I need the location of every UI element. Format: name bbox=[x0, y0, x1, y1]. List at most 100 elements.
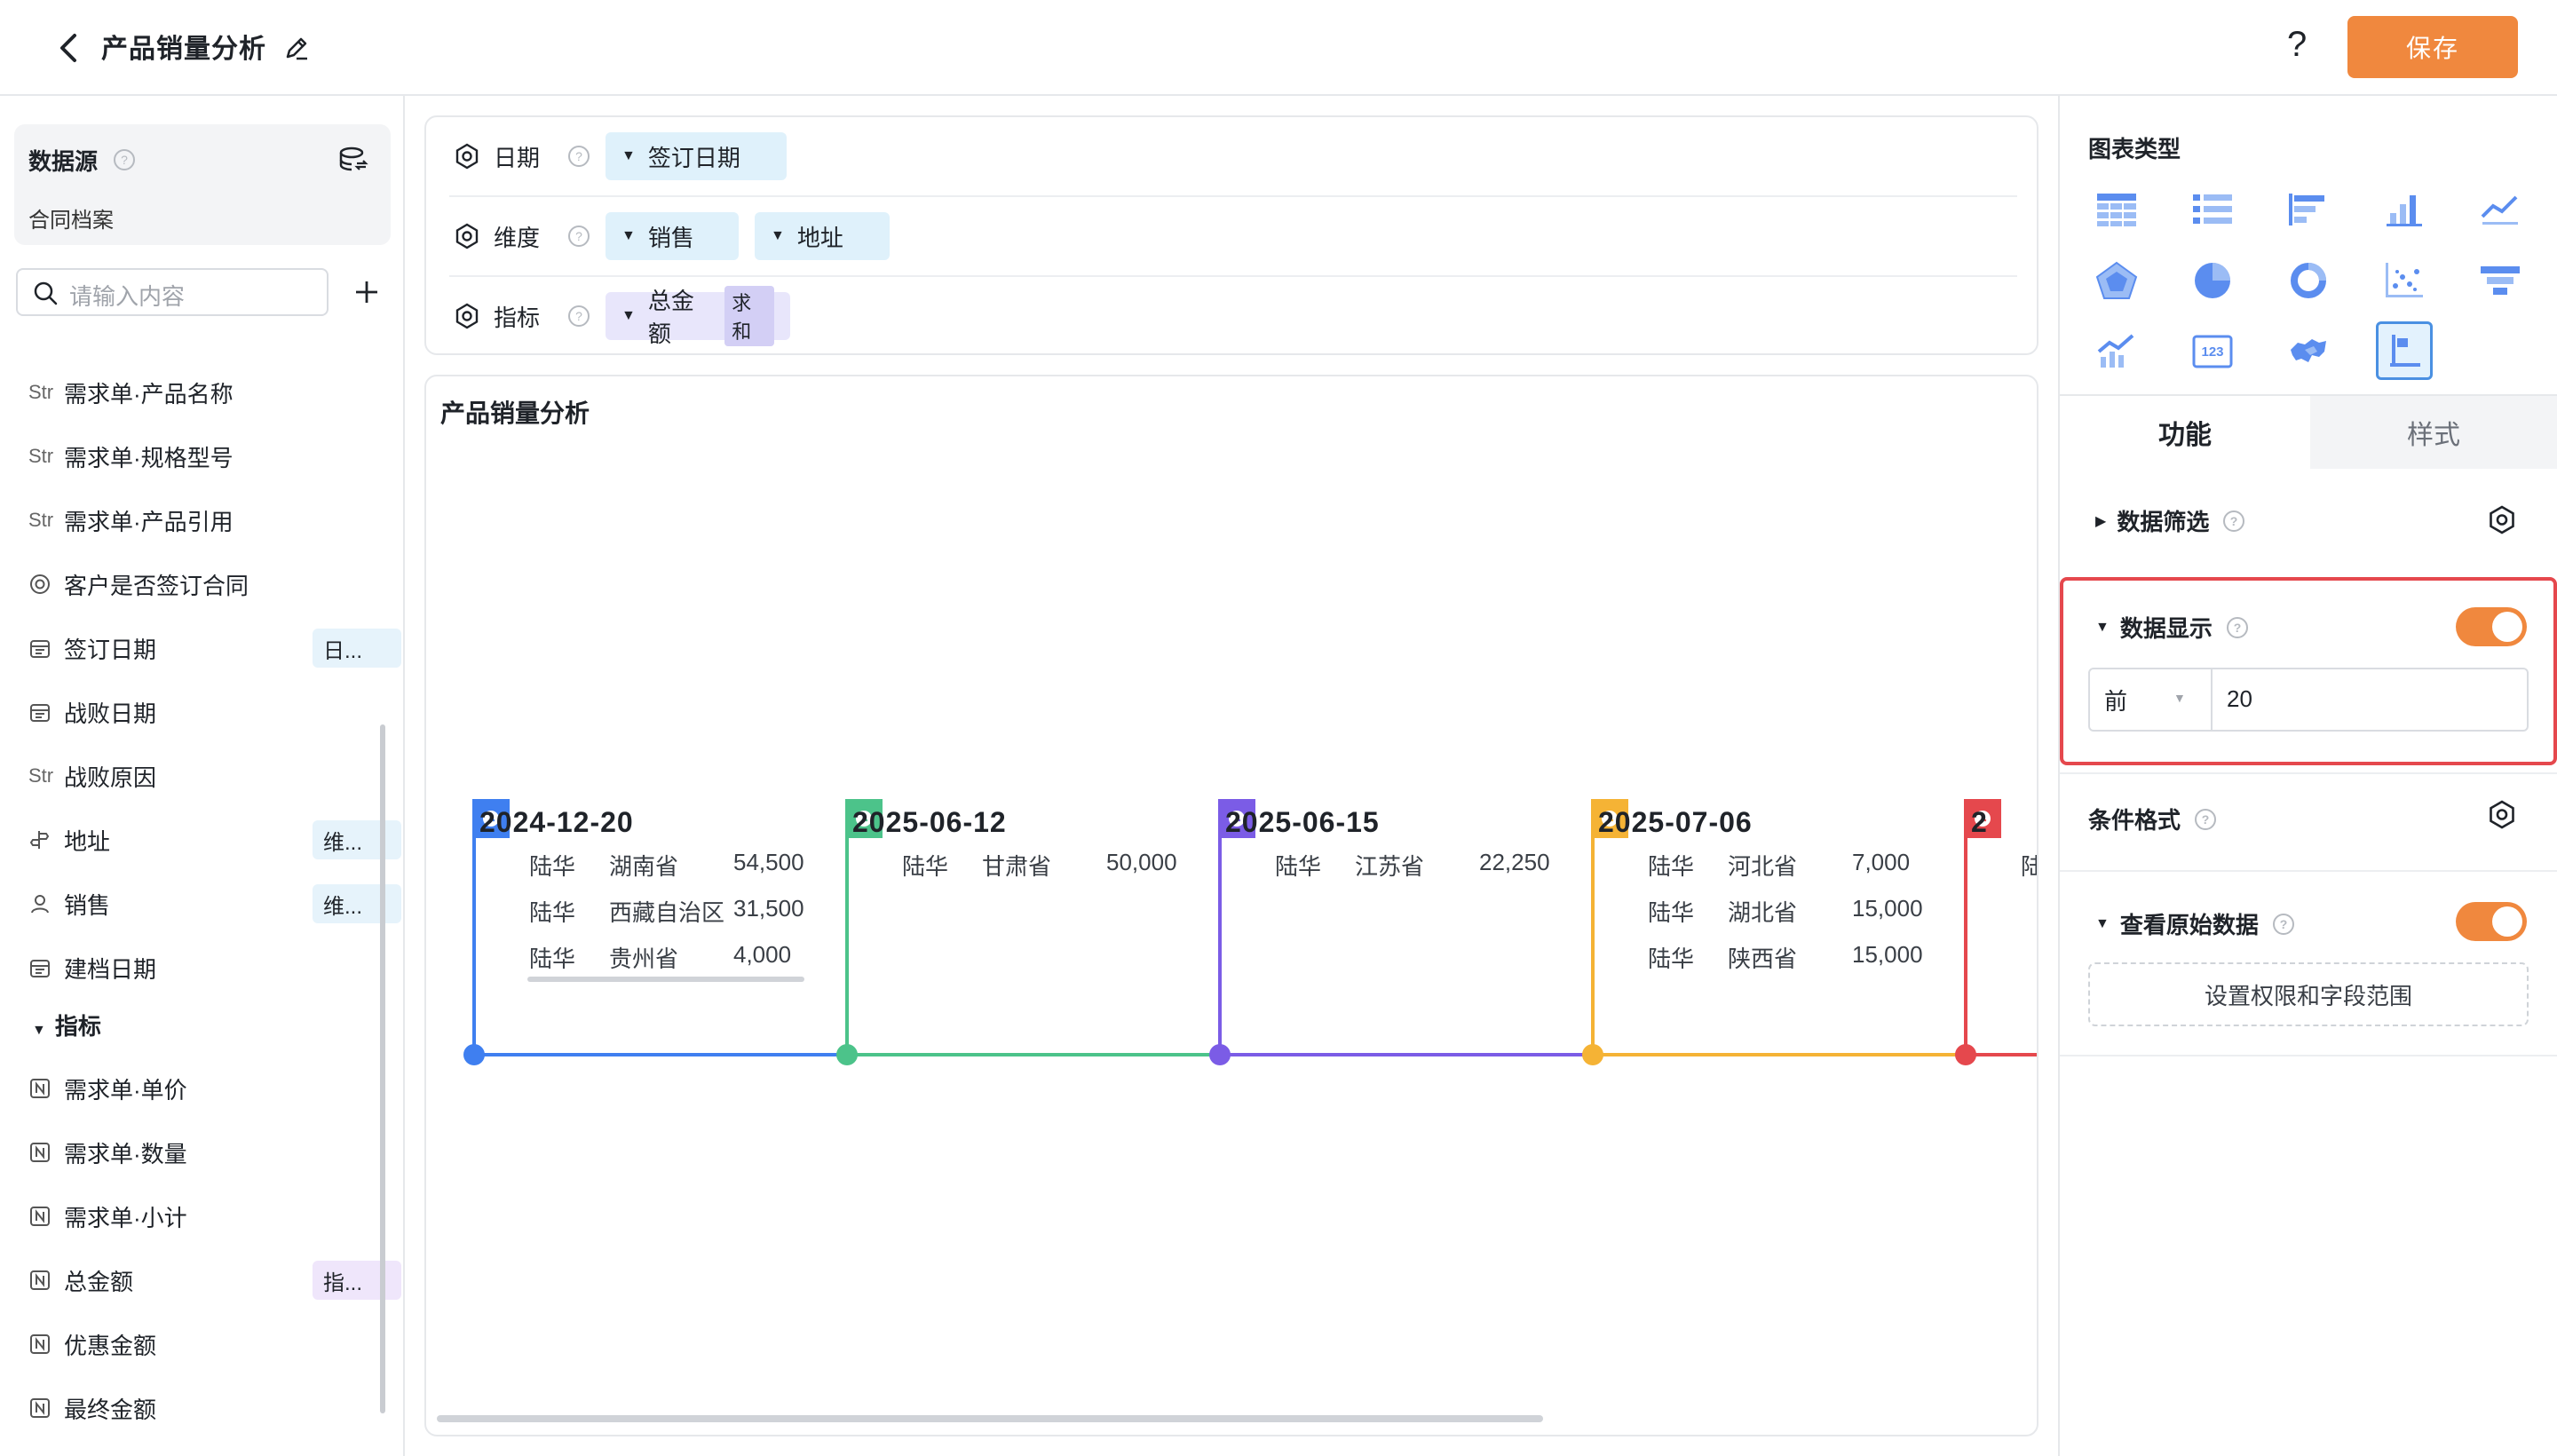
list-chart-icon[interactable] bbox=[2186, 183, 2239, 236]
dimension-field-pill[interactable]: ▼ 地址 bbox=[755, 212, 891, 260]
field-item[interactable]: 销售 维... bbox=[28, 882, 401, 925]
help-circle-icon[interactable]: ? bbox=[2221, 509, 2246, 534]
date-label: 日期 bbox=[494, 144, 541, 171]
combo-chart-icon[interactable] bbox=[2090, 325, 2143, 378]
timeline-axis-segment bbox=[1220, 1053, 1593, 1056]
view-raw-data-section[interactable]: ▼ 查看原始数据 ? bbox=[2095, 907, 2296, 940]
chart-horizontal-scrollbar[interactable] bbox=[437, 1415, 1543, 1422]
timeline-node[interactable] bbox=[463, 1044, 485, 1065]
dimension-label: 维度 bbox=[494, 224, 541, 251]
svg-text:?: ? bbox=[2280, 917, 2288, 931]
radar-chart-icon[interactable] bbox=[2090, 254, 2143, 307]
map-chart-icon[interactable] bbox=[2282, 325, 2335, 378]
help-circle-icon[interactable]: ? bbox=[566, 144, 591, 169]
user-type-icon bbox=[28, 892, 59, 915]
field-label: 战败原因 bbox=[64, 764, 157, 791]
string-type-icon: Str bbox=[28, 509, 54, 531]
data-filter-settings-icon[interactable] bbox=[2486, 504, 2518, 536]
timeline-node[interactable] bbox=[1955, 1044, 1976, 1065]
dimension-field-label: 地址 bbox=[796, 224, 843, 251]
display-count-input[interactable]: 20 bbox=[2227, 685, 2252, 713]
help-icon[interactable]: ? bbox=[2287, 25, 2307, 65]
save-button[interactable]: 保存 bbox=[2347, 16, 2518, 78]
field-item[interactable]: 战败日期 bbox=[28, 691, 384, 733]
data-display-section[interactable]: ▼ 数据显示 ? bbox=[2095, 611, 2250, 644]
caret-down-icon: ▼ bbox=[2095, 619, 2110, 635]
edit-pencil-icon[interactable] bbox=[282, 34, 311, 62]
field-used-tag: 维... bbox=[313, 884, 401, 923]
scatter-chart-icon[interactable] bbox=[2378, 254, 2431, 307]
timeline-node[interactable] bbox=[836, 1044, 858, 1065]
tab-function[interactable]: 功能 bbox=[2060, 396, 2310, 469]
dimension-field-label: 销售 bbox=[647, 224, 694, 251]
record-salesperson: 陆华 bbox=[1275, 853, 1322, 880]
field-item[interactable]: Str 需求单·产品名称 bbox=[28, 371, 384, 414]
caret-down-icon: ▼ bbox=[621, 308, 636, 323]
dimension-field-pill[interactable]: ▼ 销售 bbox=[606, 212, 740, 260]
date-field-pill[interactable]: ▼ 签订日期 bbox=[606, 132, 788, 180]
metric-item[interactable]: 最终金额 bbox=[28, 1387, 384, 1429]
field-item[interactable]: 客户是否签订合同 bbox=[28, 563, 384, 605]
data-filter-section[interactable]: ▶ 数据筛选 ? bbox=[2095, 504, 2246, 537]
pie-chart-icon[interactable] bbox=[2186, 254, 2239, 307]
help-circle-icon[interactable]: ? bbox=[2225, 615, 2250, 640]
funnel-chart-icon[interactable] bbox=[2474, 254, 2527, 307]
metric-settings-icon bbox=[455, 303, 479, 329]
timeline-date: 2 bbox=[1971, 806, 1988, 838]
entry-scrollbar[interactable] bbox=[527, 977, 804, 982]
condition-format-settings-icon[interactable] bbox=[2486, 799, 2518, 831]
help-circle-icon[interactable]: ? bbox=[566, 304, 591, 328]
condition-format-section[interactable]: 条件格式 ? bbox=[2088, 803, 2218, 835]
caret-right-icon: ▶ bbox=[2095, 513, 2107, 529]
timeline-node[interactable] bbox=[1209, 1044, 1231, 1065]
view-raw-data-toggle[interactable] bbox=[2456, 902, 2527, 941]
svg-text:?: ? bbox=[575, 229, 582, 243]
metric-item[interactable]: 需求单·单价 bbox=[28, 1067, 384, 1110]
add-field-icon[interactable] bbox=[352, 277, 382, 307]
metrics-group-title: 指标 bbox=[54, 1013, 101, 1040]
help-circle-icon[interactable]: ? bbox=[2271, 912, 2296, 937]
metrics-group-toggle[interactable]: ▼ 指标 bbox=[32, 1009, 101, 1041]
caret-down-icon: ▼ bbox=[32, 1023, 46, 1038]
metric-item[interactable]: 需求单·小计 bbox=[28, 1195, 384, 1238]
table-chart-icon[interactable] bbox=[2090, 183, 2143, 236]
metric-item[interactable]: 优惠金额 bbox=[28, 1323, 384, 1365]
caret-down-icon: ▼ bbox=[2095, 915, 2110, 931]
horizontal-bar-chart-icon[interactable] bbox=[2282, 183, 2335, 236]
back-arrow-icon[interactable] bbox=[53, 30, 85, 66]
metric-item[interactable]: 总金额 指... bbox=[28, 1259, 401, 1302]
field-item[interactable]: 建档日期 bbox=[28, 946, 384, 989]
metric-item[interactable]: 需求单·数量 bbox=[28, 1131, 384, 1174]
dimension-settings-icon bbox=[455, 223, 479, 249]
help-circle-icon[interactable]: ? bbox=[112, 147, 137, 172]
help-circle-icon[interactable]: ? bbox=[2193, 807, 2218, 832]
field-item[interactable]: 签订日期 日... bbox=[28, 627, 401, 669]
donut-chart-icon[interactable] bbox=[2282, 254, 2335, 307]
field-item[interactable]: Str 需求单·产品引用 bbox=[28, 499, 384, 542]
line-chart-icon[interactable] bbox=[2474, 183, 2527, 236]
column-chart-icon[interactable] bbox=[2378, 183, 2431, 236]
field-label: 签订日期 bbox=[64, 636, 157, 663]
metric-field-pill[interactable]: ▼ 总金额 求和 bbox=[606, 286, 791, 347]
data-display-toggle[interactable] bbox=[2456, 607, 2527, 646]
timeline-chart-icon[interactable] bbox=[2376, 321, 2433, 380]
permission-scope-button[interactable]: 设置权限和字段范围 bbox=[2088, 962, 2529, 1026]
divider bbox=[449, 195, 2017, 197]
field-item[interactable]: Str 需求单·规格型号 bbox=[28, 435, 384, 478]
number-type-icon bbox=[28, 1397, 59, 1420]
record-salesperson: 陆华 bbox=[1648, 853, 1695, 880]
condition-format-label: 条件格式 bbox=[2088, 807, 2181, 834]
kpi-number-icon[interactable]: 123 bbox=[2186, 325, 2239, 378]
field-item[interactable]: Str 战败原因 bbox=[28, 755, 384, 797]
sidebar-scrollbar[interactable] bbox=[380, 724, 385, 1413]
divider bbox=[2060, 870, 2557, 872]
record-amount: 4,000 bbox=[733, 941, 792, 968]
timeline-node[interactable] bbox=[1582, 1044, 1603, 1065]
database-switch-icon[interactable] bbox=[337, 144, 369, 176]
help-circle-icon[interactable]: ? bbox=[566, 224, 591, 249]
record-amount: 22,250 bbox=[1479, 849, 1550, 875]
svg-text:?: ? bbox=[575, 309, 582, 323]
tab-style[interactable]: 样式 bbox=[2310, 396, 2557, 469]
field-item[interactable]: 地址 维... bbox=[28, 819, 401, 861]
display-mode-select[interactable]: 前 bbox=[2088, 668, 2213, 732]
